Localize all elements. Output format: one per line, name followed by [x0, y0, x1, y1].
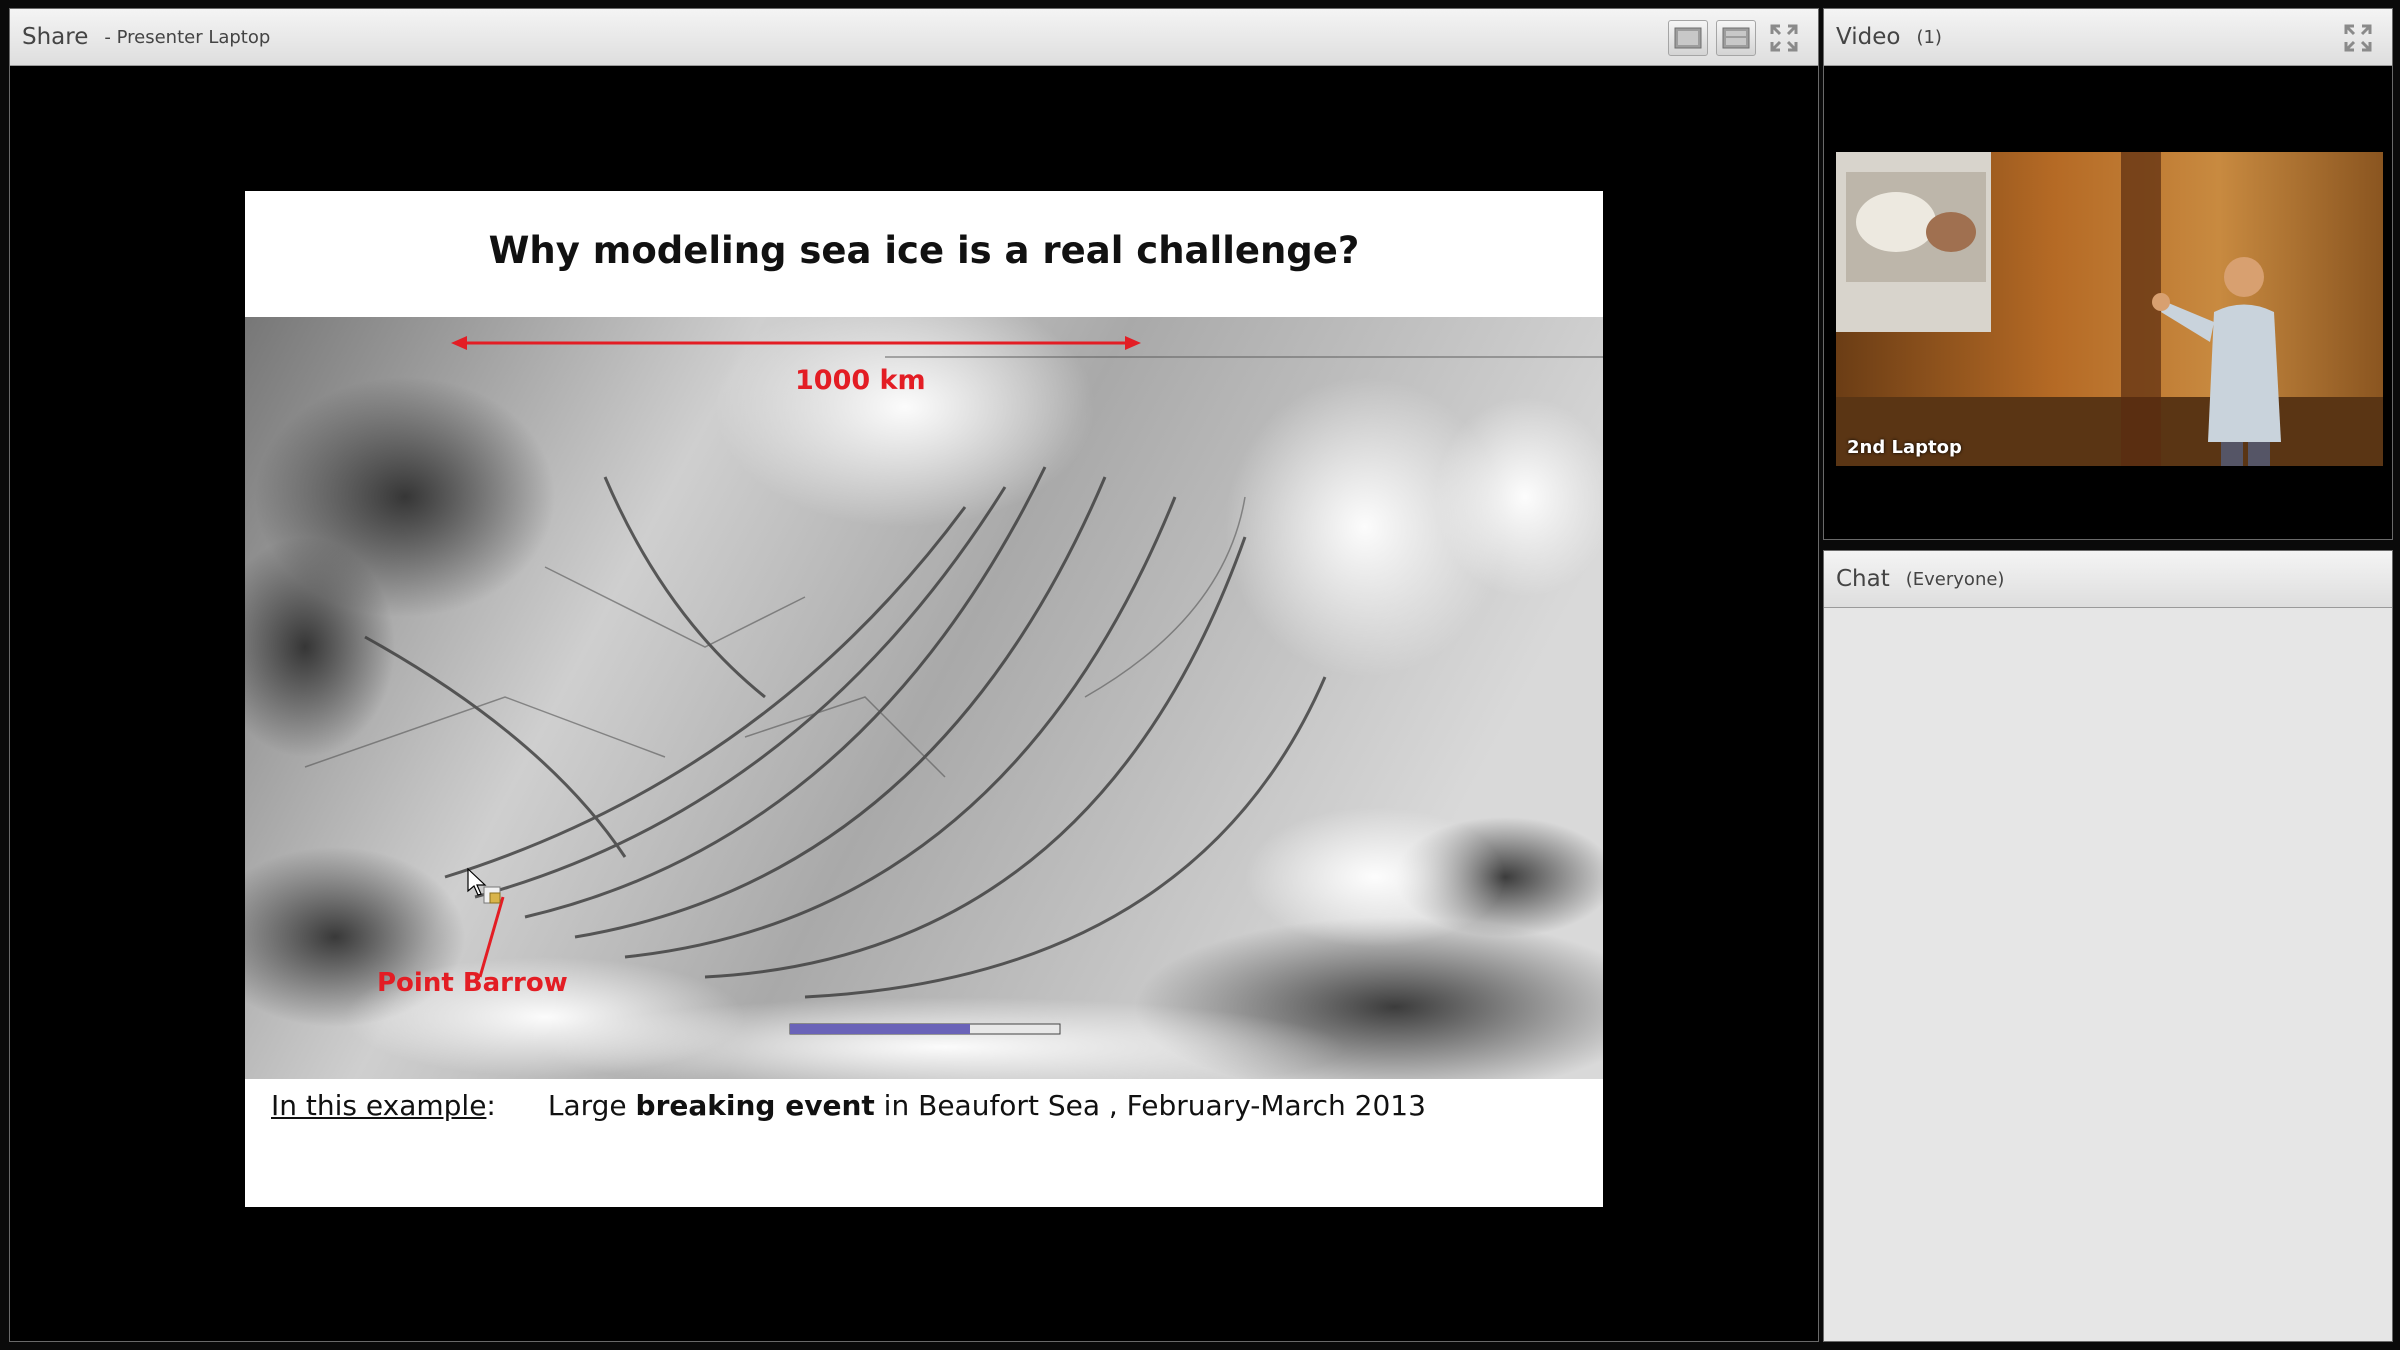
slide-title: Why modeling sea ice is a real challenge… — [488, 229, 1360, 272]
chat-pod-header: Chat (Everyone) — [1824, 551, 2392, 608]
layout-split-button[interactable] — [1716, 20, 1756, 56]
chat-pod: Chat (Everyone) — [1823, 550, 2393, 1342]
layout-single-icon — [1674, 27, 1702, 49]
fullscreen-icon — [1770, 24, 1798, 52]
chat-messages-area[interactable] — [1824, 608, 2392, 1341]
chat-pod-audience: (Everyone) — [1905, 568, 2005, 590]
caption-bold: breaking event — [635, 1089, 875, 1122]
presentation-slide: Why modeling sea ice is a real challenge… — [245, 191, 1603, 1207]
video-pod-header: Video (1) — [1824, 9, 2392, 66]
video-pod-title: Video — [1836, 24, 1901, 50]
video-feed-image — [1836, 152, 2383, 466]
point-barrow-label: Point Barrow — [377, 968, 568, 998]
scale-label: 1000 km — [795, 365, 926, 396]
share-fullscreen-button[interactable] — [1764, 20, 1804, 56]
layout-single-button[interactable] — [1668, 20, 1708, 56]
caption-post: in Beaufort Sea , February-March 2013 — [874, 1089, 1426, 1122]
video-feed-label: 2nd Laptop — [1847, 437, 1962, 458]
share-pod-title: Share — [22, 24, 89, 50]
satellite-image: 1000 km Point Barrow — [245, 317, 1603, 1079]
layout-split-icon — [1722, 27, 1750, 49]
video-pod-tools — [2338, 20, 2378, 56]
share-pod-subtitle: - Presenter Laptop — [104, 26, 271, 48]
caption-colon: : — [486, 1089, 496, 1122]
caption-lead: In this example — [271, 1089, 487, 1122]
video-feed[interactable]: 2nd Laptop — [1836, 152, 2383, 466]
chat-pod-title: Chat — [1836, 566, 1890, 592]
share-pod-header: Share - Presenter Laptop — [10, 9, 1818, 66]
video-fullscreen-button[interactable] — [2338, 20, 2378, 56]
video-pod: Video (1) 2nd Laptop — [1823, 8, 2393, 540]
satellite-image-art — [245, 317, 1603, 1079]
share-pod: Share - Presenter Laptop Why modeling se… — [9, 8, 1819, 1342]
caption-pre: Large — [547, 1089, 636, 1122]
video-pod-count: (1) — [1916, 26, 1942, 48]
share-pod-tools — [1668, 20, 1804, 56]
fullscreen-icon — [2344, 24, 2372, 52]
slide-caption: In this example: Large breaking event in … — [271, 1089, 1426, 1122]
